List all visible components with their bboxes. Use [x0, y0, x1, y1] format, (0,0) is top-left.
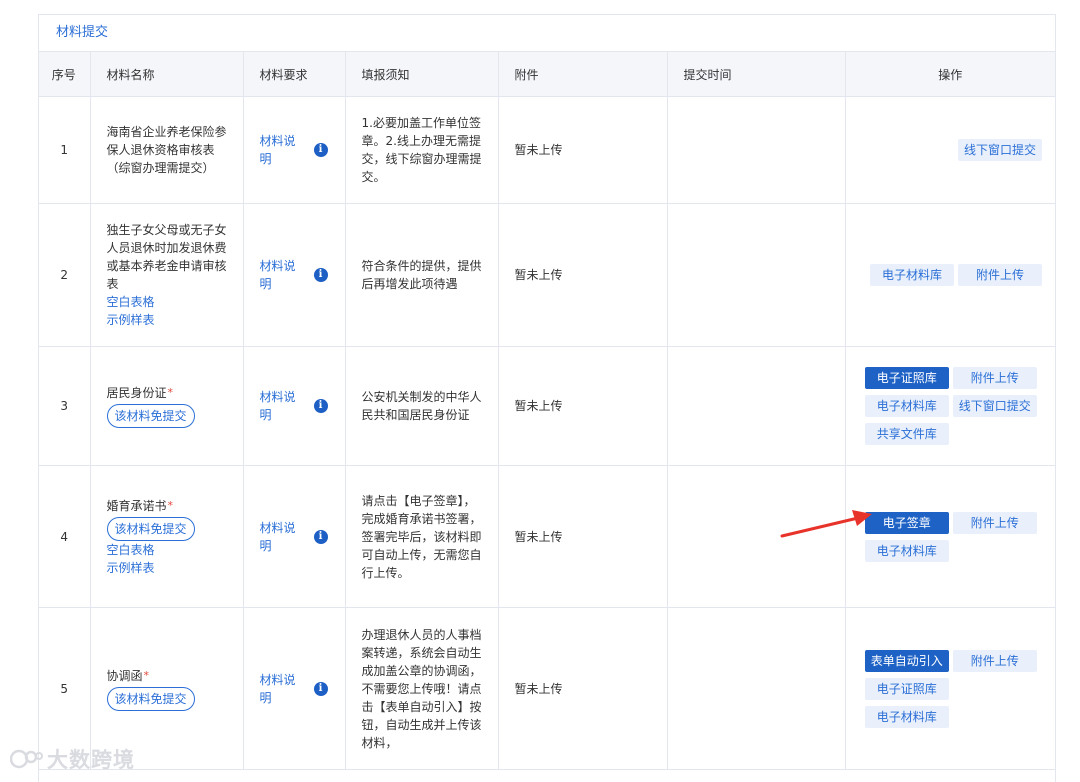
submit-time: [667, 607, 846, 770]
watermark-logo-icon: [9, 748, 44, 770]
table-row: 1 海南省企业养老保险参保人退休资格审核表（综窗办理需提交） 材料说明 i 1.必…: [39, 96, 1055, 204]
e-material-library-button[interactable]: 电子材料库: [864, 705, 949, 728]
fill-notes: 公安机关制发的中华人民共和国居民身份证: [345, 346, 499, 466]
e-license-library-button[interactable]: 电子证照库: [864, 677, 949, 700]
material-description-link[interactable]: 材料说明: [260, 671, 304, 707]
material-name-text: 协调函: [106, 668, 143, 683]
operations-cell: 线下窗口提交: [845, 96, 1055, 204]
table-row: 2 独生子女父母或无子女人员退休时加发退休费或基本养老金申请审核表 空白表格 示…: [39, 203, 1055, 347]
e-license-library-button[interactable]: 电子证照库: [864, 367, 949, 389]
fill-notes: 符合条件的提供，提供后再增发此项待遇: [345, 203, 499, 347]
offline-window-submit-button[interactable]: 线下窗口提交: [958, 139, 1042, 161]
table-row: 5 协调函* 该材料免提交 材料说明 i 办理退休人员的人事档案转递，系统会自动生…: [39, 607, 1055, 770]
material-req-cell: 材料说明 i: [243, 607, 346, 770]
submit-time: [667, 203, 846, 347]
material-req-cell: 材料说明 i: [243, 203, 346, 347]
exempt-tag: 该材料免提交: [106, 404, 195, 428]
material-name: 海南省企业养老保险参保人退休资格审核表（综窗办理需提交）: [90, 96, 244, 204]
operations-cell: 电子材料库 附件上传: [845, 203, 1055, 347]
table-row: 4 婚育承诺书* 该材料免提交 空白表格 示例样表 材料说明 i 请点击【电子签章…: [39, 465, 1055, 608]
watermark-text: 大数跨境: [47, 748, 135, 772]
material-name-text: 婚育承诺书: [106, 498, 167, 513]
attachment-status: 暂未上传: [498, 607, 668, 770]
fill-notes: 1.必要加盖工作单位签章。2.线上办理无需提交，线下综窗办理需提交。: [345, 96, 499, 204]
attachment-status: 暂未上传: [498, 203, 668, 347]
material-req-cell: 材料说明 i: [243, 96, 346, 204]
material-name: 独生子女父母或无子女人员退休时加发退休费或基本养老金申请审核表 空白表格 示例样…: [90, 203, 244, 347]
material-name: 居民身份证* 该材料免提交: [90, 346, 244, 466]
offline-window-submit-button[interactable]: 线下窗口提交: [952, 395, 1037, 417]
header-attach: 附件: [498, 52, 668, 97]
exempt-tag: 该材料免提交: [106, 686, 195, 711]
shared-file-library-button[interactable]: 共享文件库: [864, 423, 949, 445]
red-arrow-icon: [780, 510, 872, 538]
material-submission-panel: 材料提交 序号 材料名称 材料要求 填报须知 附件 提交时间 操作 1 海南省企…: [38, 14, 1056, 782]
sample-form-link[interactable]: 示例样表: [107, 559, 227, 577]
materials-table: 序号 材料名称 材料要求 填报须知 附件 提交时间 操作 1 海南省企业养老保险…: [39, 52, 1055, 770]
row-num: 1: [39, 96, 91, 204]
sample-form-link[interactable]: 示例样表: [107, 311, 227, 329]
upload-attachment-button[interactable]: 附件上传: [952, 649, 1037, 672]
required-star: *: [143, 668, 150, 682]
material-description-link[interactable]: 材料说明: [260, 132, 304, 168]
blank-form-link[interactable]: 空白表格: [107, 541, 227, 559]
material-name-text: 居民身份证: [106, 386, 167, 400]
e-material-library-button[interactable]: 电子材料库: [864, 539, 949, 562]
watermark: 大数跨境: [9, 744, 135, 774]
material-req-cell: 材料说明 i: [243, 465, 346, 608]
blank-form-link[interactable]: 空白表格: [107, 293, 227, 311]
required-star: *: [167, 498, 174, 512]
operations-cell: 电子证照库 附件上传 电子材料库 线下窗口提交 共享文件库: [845, 346, 1055, 466]
header-num: 序号: [39, 52, 91, 97]
header-ops: 操作: [845, 52, 1055, 97]
row-num: 3: [39, 346, 91, 466]
info-icon[interactable]: i: [313, 529, 328, 544]
attachment-status: 暂未上传: [498, 465, 668, 608]
fill-notes: 办理退休人员的人事档案转递，系统会自动生成加盖公章的协调函，不需要您上传哦！请点…: [345, 607, 499, 770]
form-auto-import-button[interactable]: 表单自动引入: [864, 649, 949, 672]
table-header-row: 序号 材料名称 材料要求 填报须知 附件 提交时间 操作: [39, 52, 1055, 97]
attachment-status: 暂未上传: [498, 96, 668, 204]
material-description-link[interactable]: 材料说明: [260, 257, 304, 293]
header-req: 材料要求: [243, 52, 346, 97]
required-star: *: [167, 386, 174, 399]
table-row: 3 居民身份证* 该材料免提交 材料说明 i 公安机关制发的中华人民共和国居民身份…: [39, 346, 1055, 466]
exempt-tag: 该材料免提交: [106, 516, 195, 541]
panel-title: 材料提交: [39, 15, 1055, 52]
submit-time: [667, 346, 846, 466]
info-icon[interactable]: i: [313, 399, 328, 413]
info-icon[interactable]: i: [313, 143, 328, 157]
material-description-link[interactable]: 材料说明: [260, 388, 304, 424]
header-time: 提交时间: [667, 52, 846, 97]
material-req-cell: 材料说明 i: [243, 346, 346, 466]
submit-time: [667, 96, 846, 204]
e-material-library-button[interactable]: 电子材料库: [864, 395, 949, 417]
upload-attachment-button[interactable]: 附件上传: [958, 264, 1042, 286]
upload-attachment-button[interactable]: 附件上传: [952, 511, 1037, 534]
material-name: 婚育承诺书* 该材料免提交 空白表格 示例样表: [90, 465, 244, 608]
info-icon[interactable]: i: [313, 268, 328, 282]
header-notes: 填报须知: [345, 52, 499, 97]
row-num: 2: [39, 203, 91, 347]
material-name-text: 海南省企业养老保险参保人退休资格审核表（综窗办理需提交）: [106, 125, 227, 175]
upload-attachment-button[interactable]: 附件上传: [952, 367, 1037, 389]
e-material-library-button[interactable]: 电子材料库: [870, 264, 954, 286]
material-name-text: 独生子女父母或无子女人员退休时加发退休费或基本养老金申请审核表: [106, 223, 227, 291]
row-num: 4: [39, 465, 91, 608]
fill-notes: 请点击【电子签章】，完成婚育承诺书签署，签署完毕后，该材料即可自动上传，无需您自…: [345, 465, 499, 608]
attachment-status: 暂未上传: [498, 346, 668, 466]
material-description-link[interactable]: 材料说明: [260, 519, 304, 555]
operations-cell: 表单自动引入 附件上传 电子证照库 电子材料库: [845, 607, 1055, 770]
header-name: 材料名称: [90, 52, 244, 97]
info-icon[interactable]: i: [313, 681, 328, 696]
